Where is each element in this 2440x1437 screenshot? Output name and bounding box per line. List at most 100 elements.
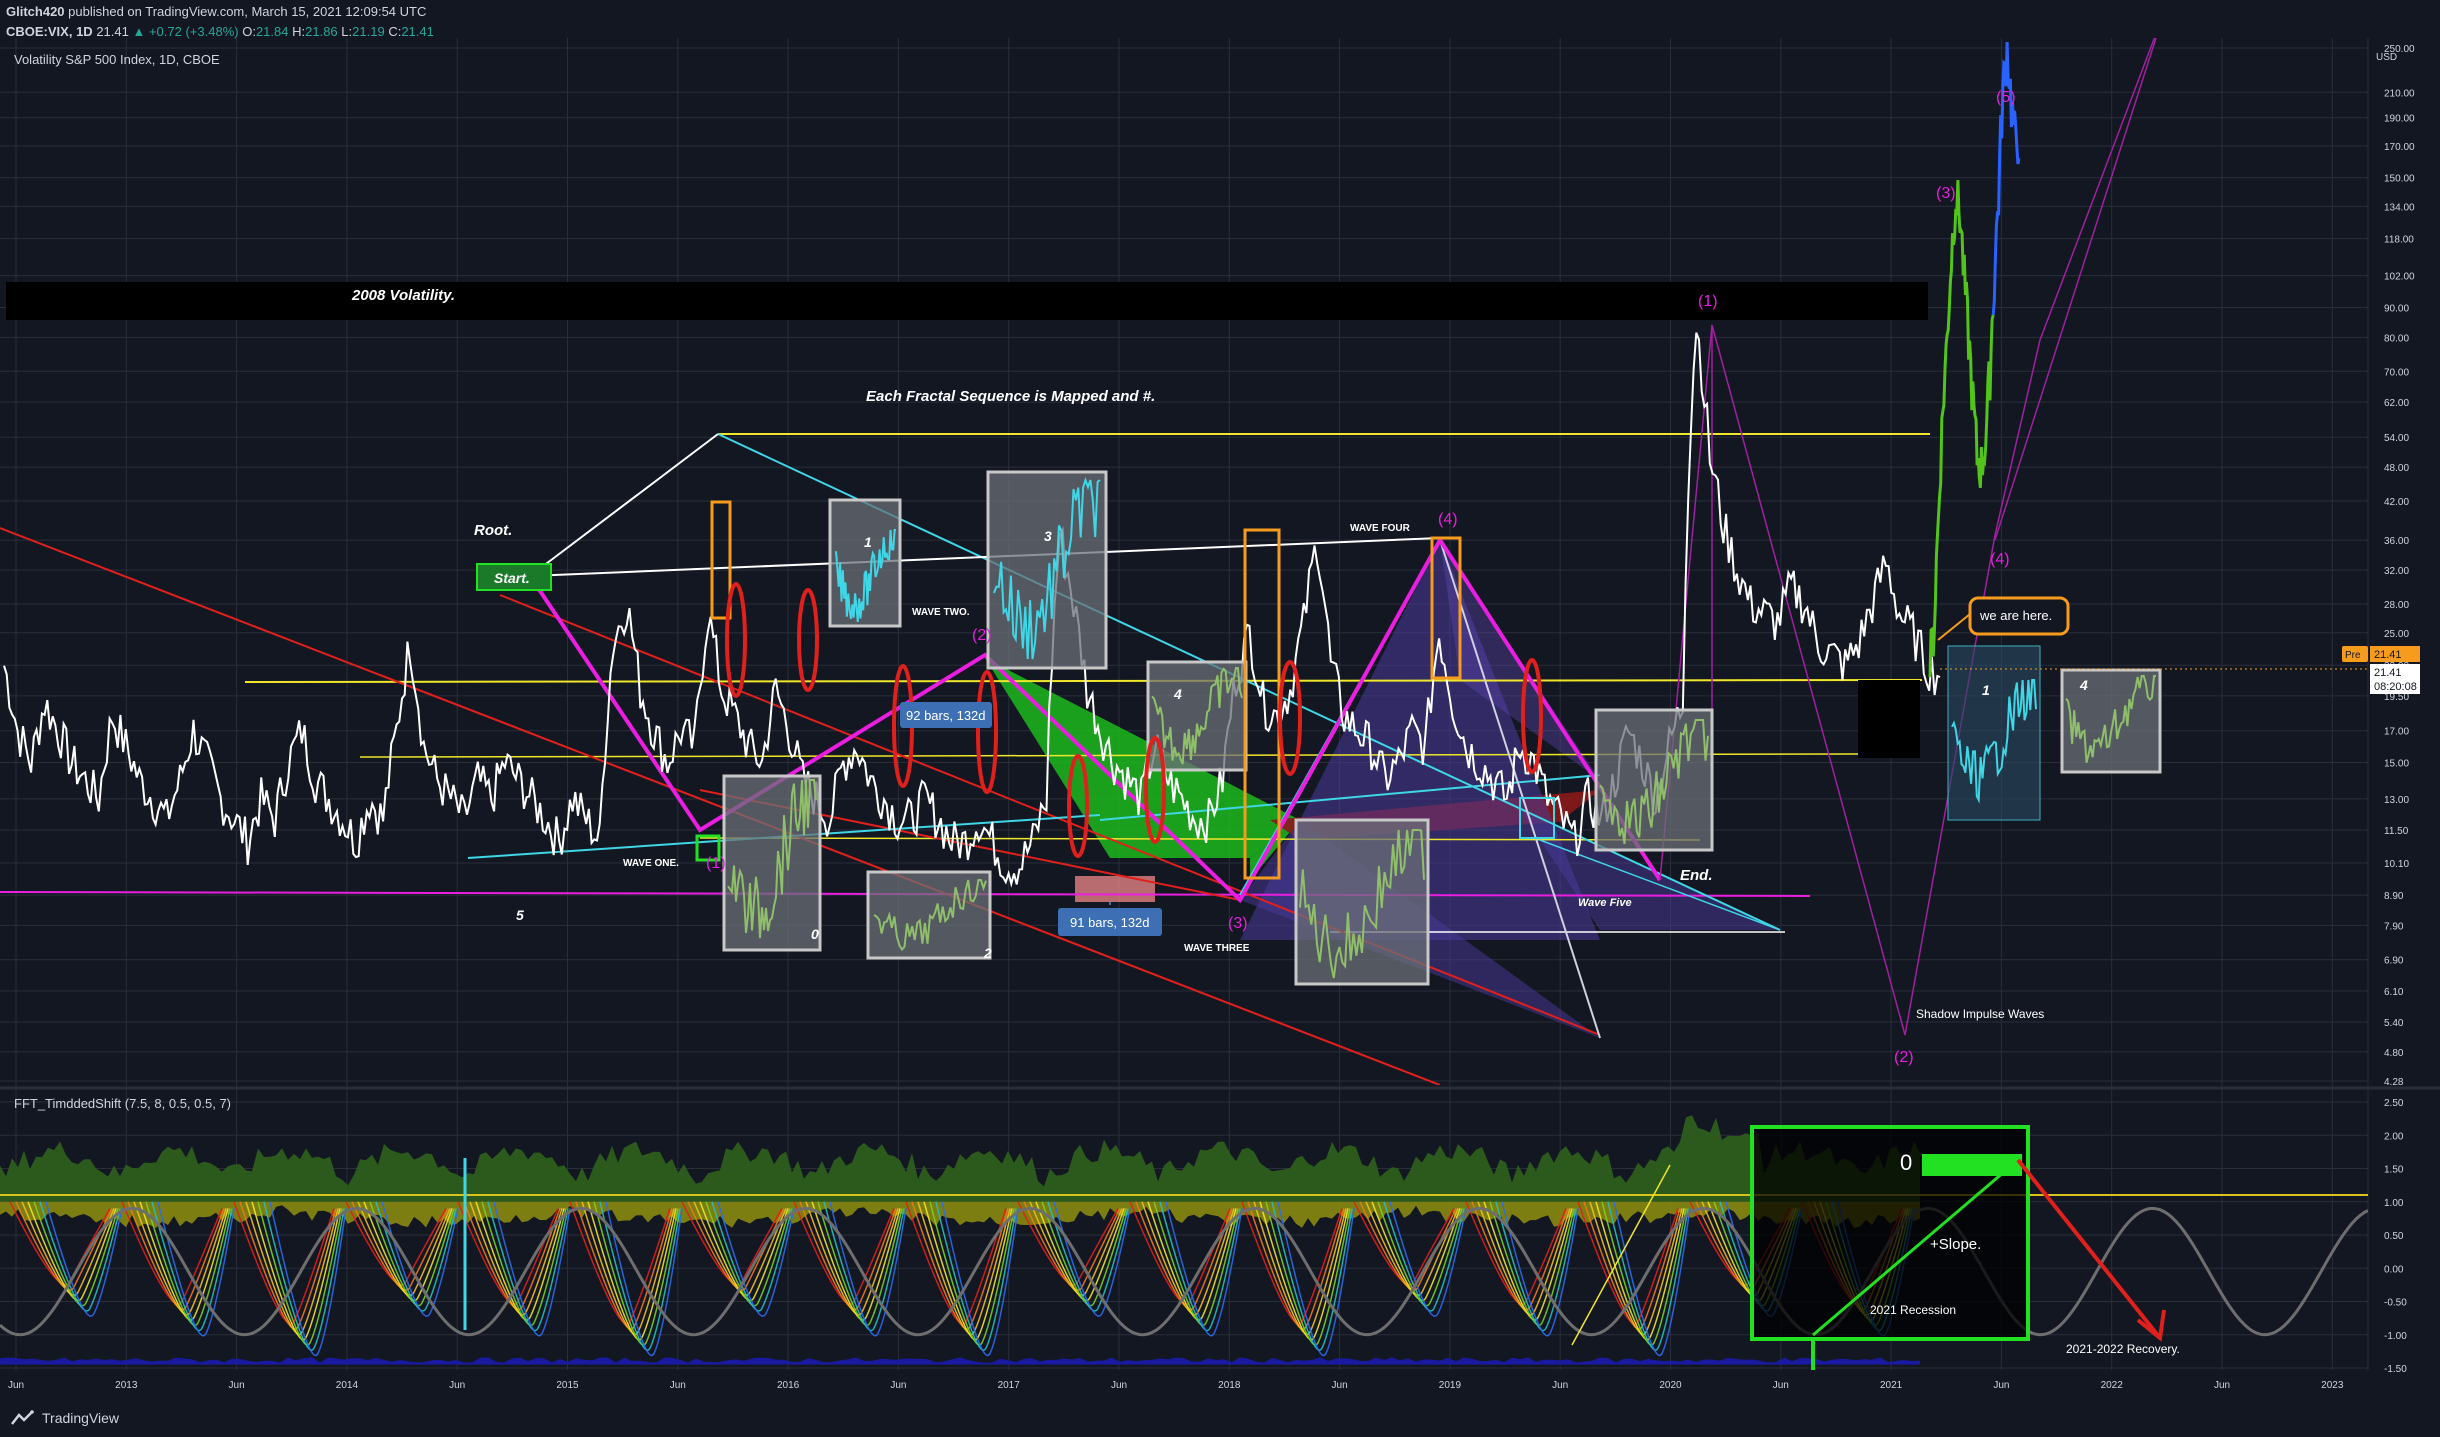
price-tick-1: 210.00 <box>2384 88 2415 99</box>
box-label-4: 4 <box>1173 686 1182 702</box>
pre-value: 21.41 <box>2374 649 2402 661</box>
fractal-box-2 <box>866 870 992 960</box>
indicator-tick-3: 1.00 <box>2384 1198 2404 1209</box>
last-price: 21.41 <box>2374 667 2402 679</box>
price-tick-31: 4.80 <box>2384 1048 2404 1059</box>
wave-marker-1: (1) <box>1698 293 1718 310</box>
price-tick-29: 6.10 <box>2384 987 2404 998</box>
change-value: ▲ +0.72 (+3.48%) <box>132 24 239 39</box>
indicator-tick-0: 2.50 <box>2384 1098 2404 1109</box>
price-tick-15: 36.00 <box>2384 536 2409 547</box>
label-volatility-2008: 2008 Volatility. <box>351 287 455 304</box>
time-tick-13: 2019 <box>1439 1380 1462 1391</box>
box-label-3: 3 <box>1044 528 1052 544</box>
indicator-tick-4: 0.50 <box>2384 1231 2404 1242</box>
box-label-4b: 4 <box>2079 677 2088 693</box>
price-tick-12: 54.00 <box>2384 433 2409 444</box>
time-tick-2: Jun <box>229 1380 245 1391</box>
low-label: L: <box>341 24 353 39</box>
price-tick-30: 5.40 <box>2384 1018 2404 1029</box>
time-tick-10: Jun <box>1111 1380 1127 1391</box>
label-fractal-note: Each Fractal Sequence is Mapped and #. <box>866 388 1155 405</box>
price-tick-21: 17.00 <box>2384 727 2409 738</box>
time-tick-7: 2016 <box>777 1380 800 1391</box>
price-tick-7: 102.00 <box>2384 272 2415 283</box>
time-tick-15: 2020 <box>1659 1380 1682 1391</box>
label-slope: +Slope. <box>1930 1236 1981 1253</box>
price-tick-16: 32.00 <box>2384 566 2409 577</box>
zero-bar <box>1922 1154 2022 1176</box>
label-wave-three: WAVE THREE <box>1184 943 1250 954</box>
price-tick-10: 70.00 <box>2384 367 2409 378</box>
price-tick-8: 90.00 <box>2384 303 2409 314</box>
price-tick-13: 48.00 <box>2384 463 2409 474</box>
volatility-2008-band <box>6 282 1928 320</box>
price-tick-32: 4.28 <box>2384 1077 2404 1088</box>
indicator-tick-8: -1.50 <box>2384 1364 2407 1375</box>
wave-marker-2: (2) <box>1894 1049 1914 1066</box>
close-label: C: <box>388 24 402 39</box>
time-tick-9: 2017 <box>998 1380 1021 1391</box>
box-label-2: 2 <box>983 945 992 961</box>
open-label: O: <box>242 24 256 39</box>
published-line: Glitch420 published on TradingView.com, … <box>6 2 434 22</box>
box-label-1: 1 <box>864 534 872 550</box>
wave-marker-2-early: (2) <box>972 627 992 644</box>
high-label: H: <box>292 24 306 39</box>
price-tick-18: 25.00 <box>2384 629 2409 640</box>
price-tick-23: 13.00 <box>2384 795 2409 806</box>
label-recovery: 2021-2022 Recovery. <box>2066 1342 2180 1356</box>
time-tick-21: 2023 <box>2321 1380 2344 1391</box>
close-value: 21.41 <box>401 24 434 39</box>
label-five: 5 <box>516 907 524 923</box>
published-text: published on TradingView.com, March 15, … <box>68 4 427 19</box>
tradingview-logo[interactable]: TradingView <box>10 1410 119 1426</box>
wave-marker-3: (3) <box>1936 185 1956 202</box>
box-label-current: 1 <box>1982 682 1990 698</box>
label-root: Root. <box>474 522 512 539</box>
label-wave-five: Wave Five <box>1578 897 1632 909</box>
fractal-box-6 <box>1594 708 1714 852</box>
label-zero: 0 <box>1900 1150 1912 1175</box>
price-tick-9: 80.00 <box>2384 333 2409 344</box>
price-tick-17: 28.00 <box>2384 600 2409 611</box>
label-shadow-waves: Shadow Impulse Waves <box>1916 1007 2044 1021</box>
price-tick-3: 170.00 <box>2384 142 2415 153</box>
label-we-are-here: we are here. <box>1979 608 2052 623</box>
bars-label-b: 91 bars, 132d <box>1070 915 1150 930</box>
price-tick-28: 6.90 <box>2384 956 2404 967</box>
indicator-pane-legend[interactable]: FFT_TimddedShift (7.5, 8, 0.5, 0.5, 7) <box>14 1096 231 1111</box>
label-end: End. <box>1680 867 1713 884</box>
label-wave-four: WAVE FOUR <box>1350 523 1411 534</box>
time-tick-6: Jun <box>670 1380 686 1391</box>
main-pane-legend[interactable]: Volatility S&P 500 Index, 1D, CBOE <box>14 52 220 67</box>
label-recession: 2021 Recession <box>1870 1303 1956 1317</box>
time-tick-0: Jun <box>8 1380 24 1391</box>
label-start: Start. <box>494 570 530 586</box>
wave-marker-3-early: (3) <box>1228 915 1248 932</box>
fractal-box-3 <box>986 470 1108 670</box>
time-tick-4: Jun <box>449 1380 465 1391</box>
price-tick-6: 118.00 <box>2384 235 2414 246</box>
price-tick-14: 42.00 <box>2384 497 2409 508</box>
indicator-tick-7: -1.00 <box>2384 1331 2407 1342</box>
chart-canvas[interactable]: 2008 Volatility. Each Fractal Sequence i… <box>0 0 2440 1437</box>
pre-tag-label: Pre <box>2345 650 2361 661</box>
wave-marker-4-early: (4) <box>1438 511 1458 528</box>
wave-marker-5: (5) <box>1996 89 2016 106</box>
time-tick-19: 2022 <box>2101 1380 2124 1391</box>
symbol-line: CBOE:VIX, 1D 21.41 ▲ +0.72 (+3.48%) O:21… <box>6 22 434 42</box>
publication-header: Glitch420 published on TradingView.com, … <box>6 2 434 42</box>
brand-label: TradingView <box>42 1410 120 1426</box>
time-tick-18: Jun <box>1993 1380 2009 1391</box>
price-tick-22: 15.00 <box>2384 759 2409 770</box>
countdown: 08:20:08 <box>2374 681 2417 693</box>
currency-label: USD <box>2376 52 2397 63</box>
indicator-tick-2: 1.50 <box>2384 1165 2404 1176</box>
symbol-name: CBOE:VIX, 1D <box>6 24 93 39</box>
wave-marker-1-early: (1) <box>706 855 726 872</box>
time-tick-20: Jun <box>2214 1380 2230 1391</box>
fractal-box-current <box>1947 645 2041 821</box>
publisher-name[interactable]: Glitch420 <box>6 4 65 19</box>
label-wave-two: WAVE TWO. <box>912 607 970 618</box>
